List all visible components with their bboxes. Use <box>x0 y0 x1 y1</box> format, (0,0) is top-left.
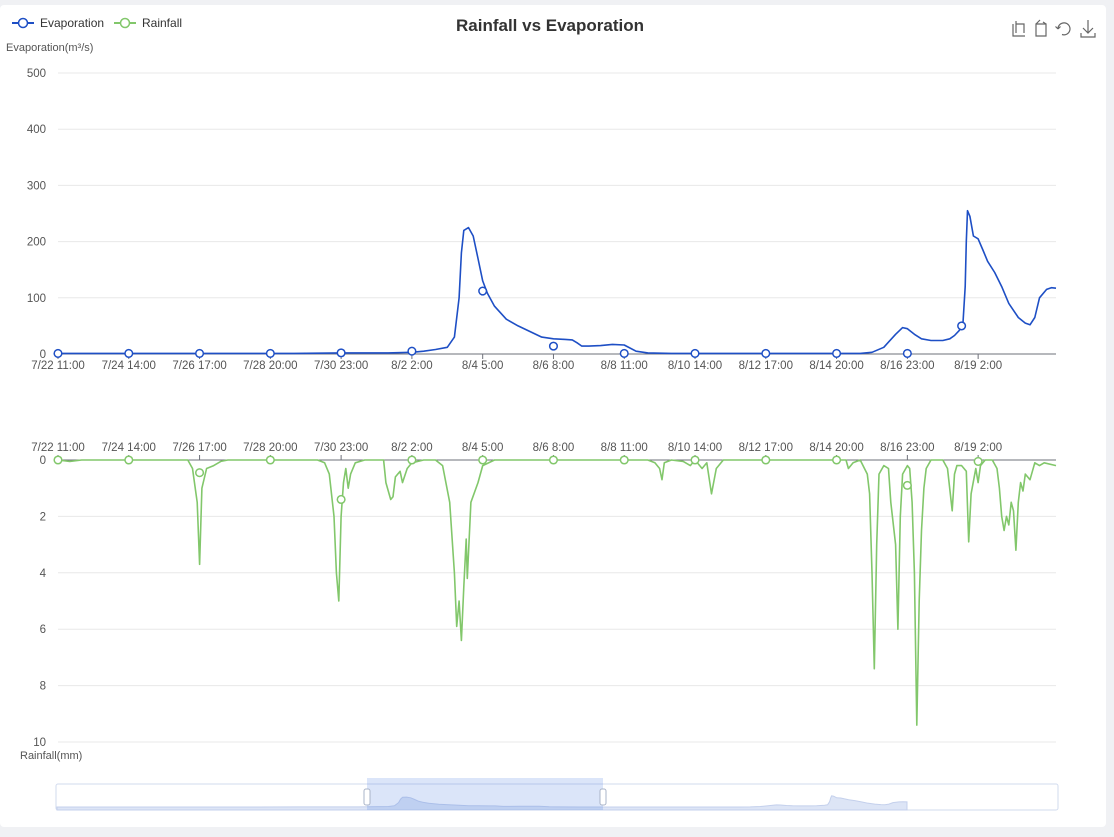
bottom-x-tick-label: 7/26 17:00 <box>172 442 226 454</box>
bottom-x-tick-label: 8/2 2:00 <box>391 442 433 454</box>
top-x-tick-label: 7/30 23:00 <box>314 360 368 372</box>
legend-item-evaporation[interactable]: Evaporation <box>12 16 104 30</box>
evaporation-point[interactable] <box>195 348 205 358</box>
top-x-tick-label: 8/2 2:00 <box>391 360 433 372</box>
top-x-tick-label: 8/10 14:00 <box>668 360 722 372</box>
zoom-icon[interactable] <box>1012 21 1025 37</box>
top-y-tick-label: 200 <box>27 237 46 249</box>
top-x-tick-label: 8/8 11:00 <box>601 360 648 372</box>
legend-rainfall-marker-icon <box>119 17 131 29</box>
rainfall-point[interactable] <box>548 455 559 465</box>
evaporation-point[interactable] <box>407 346 417 356</box>
data-zoom-handle-left[interactable] <box>363 788 371 806</box>
top-y-axis-label: Evaporation(m³/s) <box>6 42 93 54</box>
rainfall-point[interactable] <box>690 455 700 465</box>
bottom-y-tick-label: 10 <box>33 737 46 749</box>
chart-canvas: Rainfall vs Evaporation Evaporation Rain… <box>6 16 1096 811</box>
bottom-y-tick-label: 4 <box>40 568 47 580</box>
top-y-tick-label: 300 <box>27 180 46 192</box>
chart-panel: Rainfall vs Evaporation Evaporation Rain… <box>0 5 1106 827</box>
evaporation-point[interactable] <box>53 348 63 358</box>
top-x-tick-label: 8/4 5:00 <box>462 360 504 372</box>
zoom-reset-icon[interactable] <box>1035 19 1047 37</box>
bottom-x-tick-label: 8/10 14:00 <box>668 442 722 454</box>
top-x-tick-label: 7/24 14:00 <box>102 360 156 372</box>
data-zoom-slider[interactable] <box>55 778 1059 811</box>
chart-title: Rainfall vs Evaporation <box>456 16 644 35</box>
bottom-x-tick-label: 7/24 14:00 <box>102 442 156 454</box>
top-y-tick-label: 100 <box>27 293 46 305</box>
evaporation-point[interactable] <box>761 348 771 358</box>
legend: Evaporation Rainfall <box>12 16 182 30</box>
rainfall-point[interactable] <box>53 455 63 465</box>
legend-evaporation-marker-icon <box>17 17 29 29</box>
rainfall-point[interactable] <box>832 455 842 465</box>
evaporation-point[interactable] <box>832 348 842 358</box>
legend-item-rainfall[interactable]: Rainfall <box>114 16 182 30</box>
bottom-y-tick-label: 0 <box>40 455 46 467</box>
rainfall-point[interactable] <box>973 456 983 466</box>
evaporation-point[interactable] <box>902 348 912 358</box>
rainfall-point[interactable] <box>124 455 134 465</box>
evaporation-series <box>53 209 1057 358</box>
rainfall-point[interactable] <box>761 455 771 465</box>
top-x-tick-label: 7/22 11:00 <box>31 360 85 372</box>
evaporation-point[interactable] <box>265 348 275 358</box>
top-x-tick-label: 8/19 2:00 <box>954 360 1002 372</box>
evaporation-point[interactable] <box>957 321 967 331</box>
top-grid: 0100200300400500 <box>27 68 1056 361</box>
bottom-grid: 0 2 4 6 8 10 <box>33 455 1056 749</box>
data-zoom-window[interactable] <box>367 778 603 810</box>
rainfall-point[interactable] <box>265 455 275 465</box>
bottom-x-tick-label: 8/19 2:00 <box>954 442 1002 454</box>
legend-evaporation-label: Evaporation <box>40 16 104 30</box>
top-x-axis: 7/22 11:00 7/24 14:00 7/26 17:00 7/28 20:00… <box>31 354 1002 372</box>
download-icon[interactable] <box>1080 20 1096 38</box>
rainfall-point[interactable] <box>478 455 488 465</box>
bottom-x-tick-label: 8/6 8:00 <box>533 442 575 454</box>
bottom-y-tick-label: 8 <box>40 681 46 693</box>
bottom-x-tick-label: 8/4 5:00 <box>462 442 504 454</box>
bottom-x-tick-label: 8/14 20:00 <box>809 442 863 454</box>
bottom-x-tick-label: 8/16 23:00 <box>880 442 934 454</box>
bottom-x-tick-label: 7/22 11:00 <box>31 442 85 454</box>
evaporation-point[interactable] <box>336 348 346 358</box>
data-zoom-handle-right[interactable] <box>599 788 607 806</box>
rainfall-point[interactable] <box>902 480 912 490</box>
evaporation-line <box>58 209 1057 355</box>
bottom-y-tick-label: 6 <box>40 624 46 636</box>
top-x-tick-label: 7/26 17:00 <box>172 360 226 372</box>
bottom-x-tick-label: 7/28 20:00 <box>243 442 297 454</box>
top-x-tick-label: 8/6 8:00 <box>533 360 575 372</box>
evaporation-point[interactable] <box>548 341 559 351</box>
bottom-x-tick-label: 7/30 23:00 <box>314 442 368 454</box>
top-y-tick-label: 400 <box>27 124 46 136</box>
rainfall-point[interactable] <box>195 468 205 478</box>
bottom-y-axis-label: Rainfall(mm) <box>20 750 82 762</box>
rainfall-point[interactable] <box>336 494 346 505</box>
top-y-tick-label: 500 <box>27 68 46 80</box>
toolbox <box>1012 19 1096 38</box>
top-x-tick-label: 8/14 20:00 <box>809 360 863 372</box>
rainfall-point[interactable] <box>619 455 629 465</box>
legend-rainfall-label: Rainfall <box>142 16 182 30</box>
bottom-x-tick-label: 8/8 11:00 <box>601 442 648 454</box>
bottom-y-tick-label: 2 <box>40 511 46 523</box>
top-x-tick-label: 8/12 17:00 <box>739 360 793 372</box>
bottom-x-tick-label: 8/12 17:00 <box>739 442 793 454</box>
rainfall-series <box>53 455 1057 726</box>
evaporation-point[interactable] <box>690 348 700 358</box>
evaporation-point[interactable] <box>478 286 488 296</box>
top-x-tick-label: 8/16 23:00 <box>880 360 934 372</box>
bottom-x-axis: 7/22 11:00 7/24 14:00 7/26 17:00 7/28 20:00… <box>31 442 1002 460</box>
restore-icon[interactable] <box>1055 22 1071 36</box>
evaporation-point[interactable] <box>124 348 134 358</box>
evaporation-point[interactable] <box>619 348 629 358</box>
top-x-tick-label: 7/28 20:00 <box>243 360 297 372</box>
rainfall-point[interactable] <box>407 455 417 465</box>
